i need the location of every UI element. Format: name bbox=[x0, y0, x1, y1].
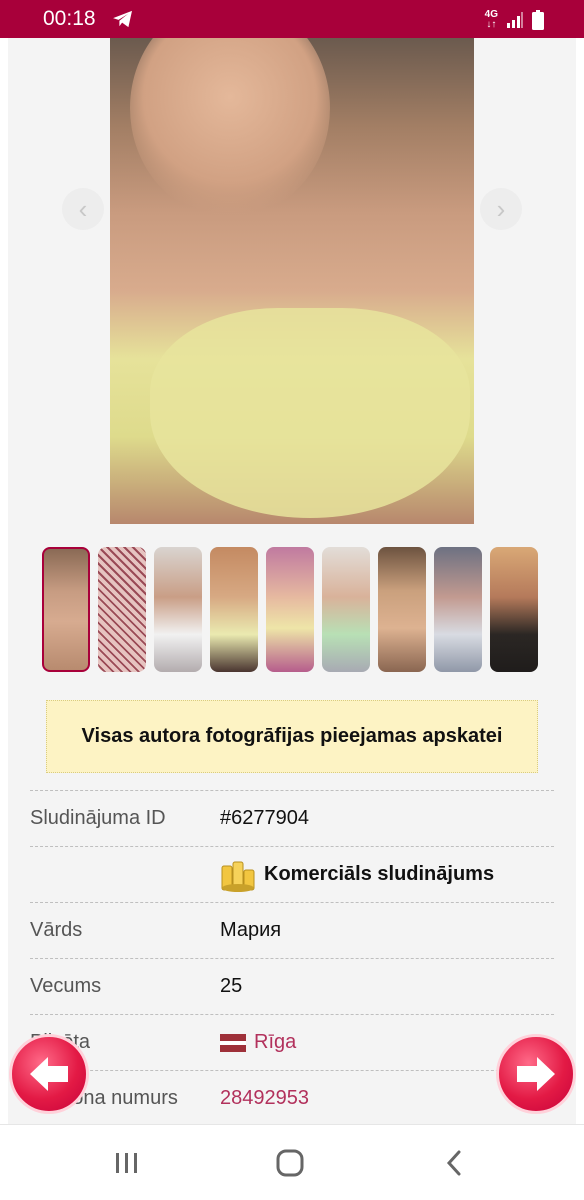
thumbnail[interactable] bbox=[490, 547, 538, 672]
name-value: Мария bbox=[220, 919, 282, 941]
home-button[interactable] bbox=[270, 1147, 310, 1179]
thumbnail[interactable] bbox=[322, 547, 370, 672]
thumbnail[interactable] bbox=[210, 547, 258, 672]
arrow-right-icon bbox=[517, 1057, 555, 1091]
age-value: 25 bbox=[220, 975, 243, 997]
prev-listing-button[interactable] bbox=[9, 1034, 89, 1114]
detail-row-id: Sludinājuma ID #6277904 bbox=[30, 790, 554, 846]
details-table: Sludinājuma ID #6277904 Komerciāls sludi… bbox=[30, 790, 554, 1126]
thumbnail[interactable] bbox=[378, 547, 426, 672]
arrow-left-icon bbox=[30, 1057, 68, 1091]
back-button[interactable] bbox=[434, 1147, 474, 1179]
detail-row-phone: Telefona numurs 28492953 bbox=[30, 1070, 554, 1126]
chevron-left-icon: ‹ bbox=[78, 193, 88, 224]
telegram-icon bbox=[113, 10, 132, 28]
battery-icon bbox=[532, 10, 544, 30]
detail-row-city: Pilsēta Rīga bbox=[30, 1014, 554, 1070]
thumbnail[interactable] bbox=[98, 547, 146, 672]
city-name: Rīga bbox=[254, 1031, 297, 1053]
thumbnail[interactable] bbox=[434, 547, 482, 672]
detail-label: Vecums bbox=[30, 975, 102, 997]
latvia-flag-icon bbox=[220, 1033, 246, 1052]
chevron-right-icon: › bbox=[496, 193, 506, 224]
next-listing-button[interactable] bbox=[496, 1034, 576, 1114]
detail-label: Sludinājuma ID bbox=[30, 807, 166, 829]
gallery-next-button[interactable]: › bbox=[480, 188, 522, 230]
photo-detail bbox=[150, 308, 470, 518]
coins-icon bbox=[221, 861, 255, 892]
photo-detail bbox=[130, 38, 330, 218]
home-icon bbox=[276, 1149, 304, 1177]
status-time: 00:18 bbox=[43, 7, 96, 30]
commercial-badge: Komerciāls sludinājums bbox=[220, 858, 494, 892]
gallery-prev-button[interactable]: ‹ bbox=[62, 188, 104, 230]
city-link[interactable]: Rīga bbox=[220, 1031, 296, 1054]
photos-notice: Visas autora fotogrāfijas pieejamas apsk… bbox=[46, 700, 538, 773]
detail-label: Vārds bbox=[30, 919, 83, 941]
detail-row-commercial: Komerciāls sludinājums bbox=[30, 846, 554, 902]
detail-row-name: Vārds Мария bbox=[30, 902, 554, 958]
phone-link[interactable]: 28492953 bbox=[220, 1087, 309, 1110]
commercial-label: Komerciāls sludinājums bbox=[264, 863, 495, 885]
main-photo[interactable] bbox=[110, 38, 474, 524]
detail-row-age: Vecums 25 bbox=[30, 958, 554, 1014]
back-icon bbox=[446, 1150, 461, 1176]
system-nav-bar bbox=[0, 1124, 584, 1200]
status-bar: 00:18 4G ↓↑ bbox=[0, 0, 584, 38]
listing-page: ‹ › Visas autora fotogrāfijas pieejamas … bbox=[8, 38, 576, 1124]
network-type-label: 4G ↓↑ bbox=[484, 9, 498, 30]
thumbnail-strip bbox=[42, 547, 538, 672]
notice-text: Visas autora fotogrāfijas pieejamas apsk… bbox=[81, 725, 503, 747]
signal-icon bbox=[507, 12, 523, 28]
recent-apps-button[interactable] bbox=[107, 1147, 147, 1179]
listing-id-value: #6277904 bbox=[220, 807, 309, 829]
thumbnail[interactable] bbox=[154, 547, 202, 672]
thumbnail[interactable] bbox=[266, 547, 314, 672]
thumbnail[interactable] bbox=[42, 547, 90, 672]
recent-apps-icon bbox=[116, 1153, 137, 1173]
status-indicators: 4G ↓↑ bbox=[485, 9, 544, 31]
